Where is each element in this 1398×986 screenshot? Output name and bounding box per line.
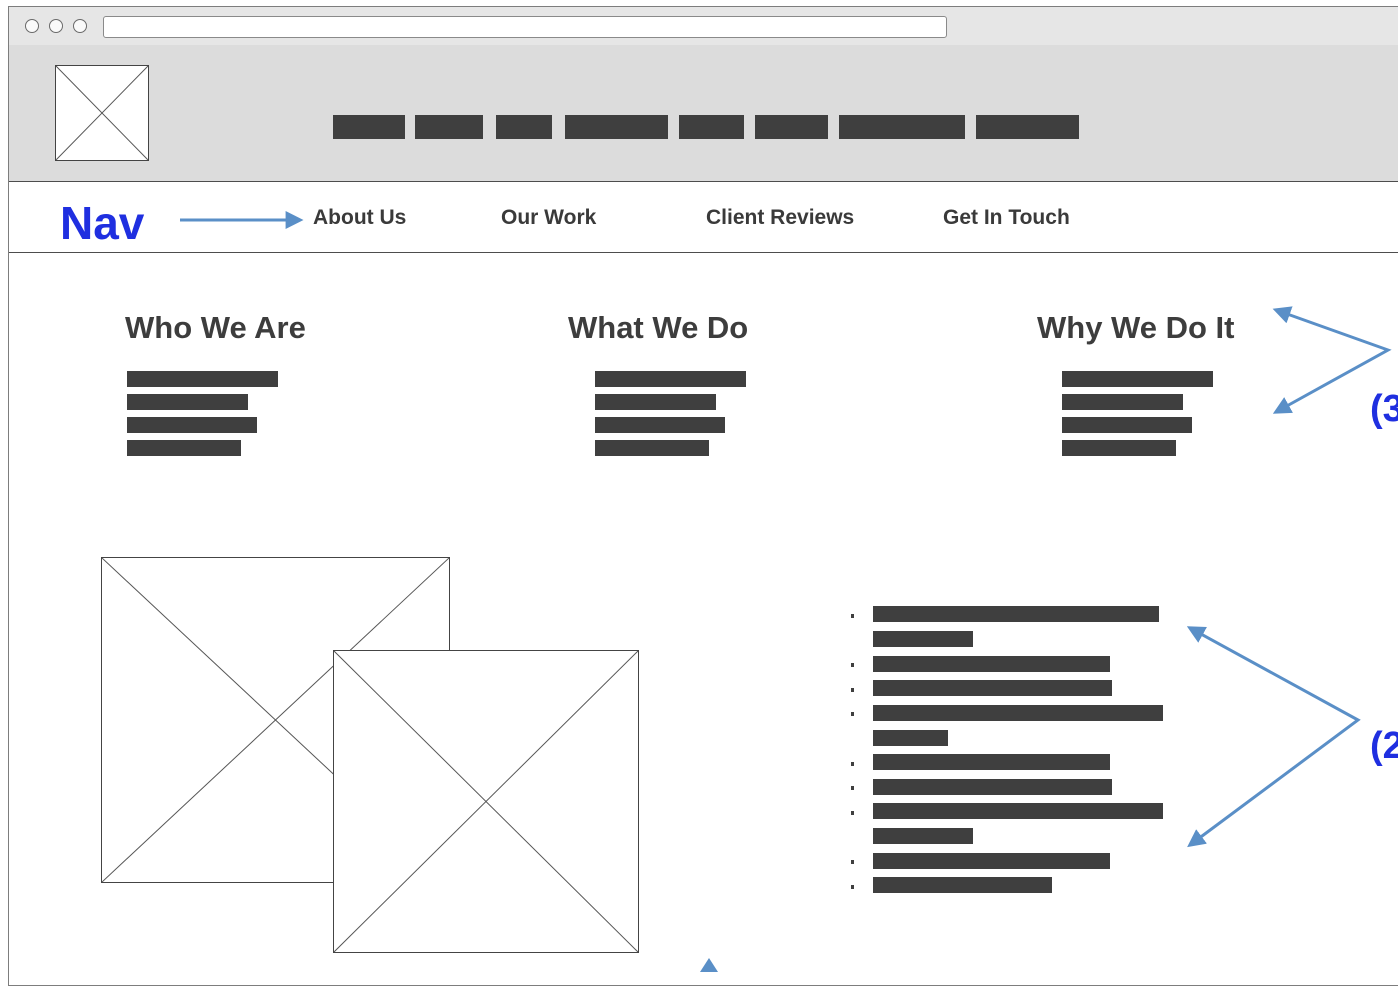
header-text-placeholder — [496, 115, 552, 139]
logo-image-placeholder[interactable] — [55, 65, 149, 161]
section-title-who-we-are: Who We Are — [125, 310, 306, 345]
text-line-placeholder — [595, 417, 725, 433]
header-text-placeholder — [976, 115, 1079, 139]
header-text-placeholder — [415, 115, 483, 139]
text-line-placeholder — [127, 440, 241, 456]
header-text-placeholder — [839, 115, 965, 139]
list-bullet — [851, 663, 854, 667]
list-bullet — [851, 688, 854, 692]
text-line-placeholder — [127, 394, 248, 410]
text-line-placeholder — [1062, 394, 1183, 410]
site-header — [9, 45, 1398, 182]
list-item-line-placeholder — [873, 656, 1110, 672]
text-line-placeholder — [127, 371, 278, 387]
list-item-line-placeholder — [873, 779, 1112, 795]
text-line-placeholder — [1062, 371, 1213, 387]
text-line-placeholder — [1062, 440, 1176, 456]
section-title-what-we-do: What We Do — [568, 310, 749, 345]
address-bar[interactable] — [103, 16, 947, 38]
list-item-line-placeholder — [873, 680, 1112, 696]
list-bullet — [851, 811, 854, 815]
nav-link-get-in-touch[interactable]: Get In Touch — [943, 206, 1070, 230]
nav-bar: Nav About Us Our Work Client Reviews Get… — [9, 182, 1398, 253]
list-bullet — [851, 762, 854, 766]
minimize-window-icon[interactable] — [49, 19, 63, 33]
list-bullet — [851, 786, 854, 790]
text-line-placeholder — [595, 440, 709, 456]
maximize-window-icon[interactable] — [73, 19, 87, 33]
list-item-line-placeholder — [873, 828, 973, 844]
list-item-line-placeholder — [873, 754, 1110, 770]
list-item-line-placeholder — [873, 631, 973, 647]
browser-titlebar — [9, 7, 1398, 46]
header-text-placeholder — [679, 115, 744, 139]
list-bullet — [851, 614, 854, 618]
text-line-placeholder — [595, 394, 716, 410]
nav-annotation-label: Nav — [60, 197, 145, 249]
header-text-placeholder — [333, 115, 405, 139]
list-item-line-placeholder — [873, 705, 1163, 721]
list-bullet — [851, 712, 854, 716]
annotation-label-3: (3 — [1370, 388, 1398, 430]
image-placeholder-icon — [334, 651, 638, 952]
list-item-line-placeholder — [873, 803, 1163, 819]
image-placeholder-icon — [56, 66, 148, 160]
nav-link-our-work[interactable]: Our Work — [501, 206, 596, 230]
list-bullet — [851, 885, 854, 889]
header-text-placeholder — [565, 115, 668, 139]
text-line-placeholder — [1062, 417, 1192, 433]
close-window-icon[interactable] — [25, 19, 39, 33]
nav-link-about-us[interactable]: About Us — [313, 206, 406, 230]
list-item-line-placeholder — [873, 877, 1052, 893]
list-item-line-placeholder — [873, 853, 1110, 869]
header-text-placeholder — [755, 115, 828, 139]
list-item-line-placeholder — [873, 606, 1159, 622]
section-title-why-we-do-it: Why We Do It — [1037, 310, 1235, 345]
list-bullet — [851, 860, 854, 864]
image-placeholder-front[interactable] — [333, 650, 639, 953]
list-item-line-placeholder — [873, 730, 948, 746]
text-line-placeholder — [595, 371, 746, 387]
nav-link-client-reviews[interactable]: Client Reviews — [706, 206, 854, 230]
text-line-placeholder — [127, 417, 257, 433]
annotation-label-2: (2 — [1370, 725, 1398, 767]
